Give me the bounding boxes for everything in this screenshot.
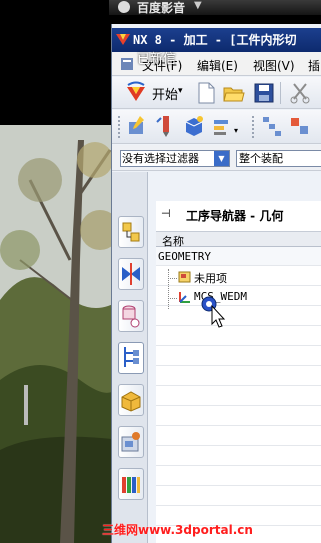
pin-icon[interactable]: ⊣: [161, 207, 171, 220]
operation-navigator-icon: [124, 347, 139, 367]
part-navigator-icon: [122, 305, 140, 328]
new-file-icon[interactable]: [194, 81, 218, 105]
mcs-coordinate-icon: [179, 292, 190, 303]
video-caption: 已新信: [137, 52, 177, 67]
toolbar-grip-2[interactable]: [252, 116, 254, 138]
tree-row-label: 未用项: [194, 272, 227, 285]
start-icon[interactable]: [124, 81, 148, 105]
menu-view[interactable]: 视图(V): [253, 57, 295, 74]
tree-row-label: GEOMETRY: [158, 250, 211, 263]
mouse-cursor-icon: [201, 296, 226, 328]
table-row: [156, 347, 321, 366]
palette-library-tab[interactable]: [118, 468, 144, 500]
create-tool-icon[interactable]: [154, 114, 178, 138]
create-method-icon[interactable]: [210, 114, 234, 138]
tree-row-geometry[interactable]: GEOMETRY: [156, 247, 321, 266]
table-row: [156, 367, 321, 386]
table-row: [156, 467, 321, 486]
machine-navigator-tab[interactable]: [118, 384, 144, 416]
menu-app-icon[interactable]: [120, 57, 134, 71]
table-row: [156, 387, 321, 406]
player-menu-arrow-icon[interactable]: ▼: [194, 0, 202, 11]
nx-window: NX 8 - 加工 - [工件内形切 文件(F) 编辑(E) 视图(V) 插 开…: [111, 24, 321, 543]
player-title: 百度影音: [137, 1, 186, 15]
table-row: [156, 447, 321, 466]
reuse-library-icon: [121, 432, 140, 452]
tree-connector: [168, 269, 169, 309]
machine-tool-view-icon[interactable]: [288, 114, 312, 138]
open-folder-icon[interactable]: [222, 81, 246, 105]
table-row: [156, 327, 321, 346]
standard-toolbar: 开始 ▾: [112, 77, 321, 109]
cut-icon[interactable]: [288, 81, 312, 105]
part-navigator-tab[interactable]: [118, 300, 144, 332]
assembly-scope-select[interactable]: 整个装配: [236, 150, 321, 167]
machine-navigator-icon: [121, 391, 141, 412]
create-geometry-icon[interactable]: [182, 114, 206, 138]
table-row: [156, 407, 321, 426]
player-logo-icon: [118, 1, 130, 13]
tree-row-unused-items[interactable]: 未用项: [156, 267, 321, 286]
selection-filter-select[interactable]: 没有选择过滤器 ▼: [120, 150, 230, 167]
program-order-view-icon[interactable]: [260, 114, 284, 138]
method-caret-icon[interactable]: ▾: [234, 126, 238, 135]
save-icon[interactable]: [252, 81, 276, 105]
constraint-navigator-icon: [122, 263, 140, 285]
assembly-navigator-tab[interactable]: [118, 216, 144, 248]
menu-edit[interactable]: 编辑(E): [197, 57, 238, 74]
create-program-icon[interactable]: [126, 114, 150, 138]
selection-filter-value: 没有选择过滤器: [122, 152, 199, 165]
unused-items-folder-icon: [178, 271, 191, 283]
tree-row-mcs-wedm[interactable]: MCS_WEDM: [156, 287, 321, 306]
chevron-down-icon[interactable]: ▼: [214, 151, 229, 166]
tree-connector: [168, 278, 177, 279]
menu-insert[interactable]: 插: [308, 57, 320, 74]
operation-navigator-panel: ⊣ 工序导航器 - 几何 名称 GEOMETRY 未用项 MCS_WEDM: [156, 201, 321, 543]
selection-bar: 没有选择过滤器 ▼ 整个装配: [112, 145, 321, 171]
table-row: [156, 307, 321, 326]
start-button[interactable]: 开始: [152, 84, 178, 103]
navigator-header: ⊣ 工序导航器 - 几何: [156, 201, 321, 231]
constraint-navigator-tab[interactable]: [118, 258, 144, 290]
toolbar-grip[interactable]: [118, 116, 120, 138]
window-title: NX 8 - 加工 - [工件内形切: [133, 33, 297, 47]
navigator-title: 工序导航器 - 几何: [186, 209, 284, 223]
operation-navigator-tab[interactable]: [118, 342, 144, 374]
assembly-navigator-icon: [122, 222, 140, 242]
watermark-text: 三维网www.3dportal.cn: [102, 523, 253, 537]
reuse-library-tab[interactable]: [118, 426, 144, 458]
resource-bar: [112, 172, 148, 543]
start-caret-icon[interactable]: ▾: [178, 86, 183, 96]
column-header-name[interactable]: 名称: [156, 231, 321, 248]
table-row: [156, 487, 321, 506]
toolbar-divider: [280, 82, 281, 104]
table-row: [156, 427, 321, 446]
tree-connector: [168, 298, 177, 299]
nx-logo-icon: [116, 34, 130, 45]
palette-library-icon: [122, 477, 140, 493]
operation-toolbar: ▾: [112, 110, 321, 144]
